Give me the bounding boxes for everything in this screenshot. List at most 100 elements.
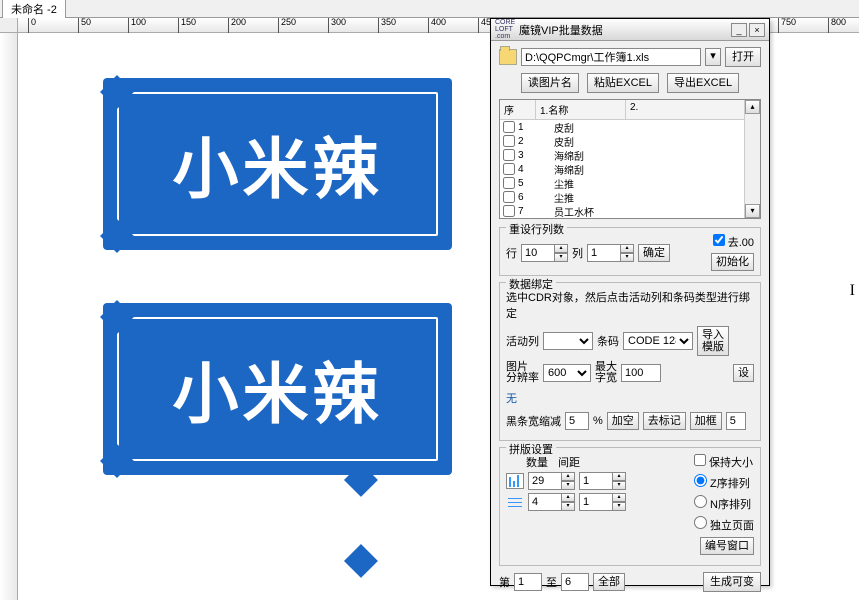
group-label: 重设行列数 (506, 221, 567, 237)
spin-down-icon[interactable]: ▾ (612, 481, 626, 490)
spin-down-icon[interactable]: ▾ (620, 253, 634, 262)
qty-x-input[interactable] (528, 472, 562, 490)
panel-logo-icon: CORELOFT.com (495, 19, 515, 40)
z-order-radio[interactable]: Z序排列 (694, 474, 754, 491)
numbering-window-button[interactable]: 编号窗口 (700, 537, 754, 555)
minimize-icon[interactable]: _ (731, 23, 747, 37)
rows-input[interactable] (521, 244, 555, 262)
sign-object-1[interactable]: 小米辣 (103, 78, 452, 250)
file-dropdown-icon[interactable]: ▾ (705, 48, 721, 66)
rows-label: 行 (506, 245, 517, 261)
gap-x-input[interactable] (579, 472, 613, 490)
page-to-input[interactable] (561, 573, 589, 591)
panel-title: 魔镜VIP批量数据 (519, 22, 727, 38)
generate-variable-button[interactable]: 生成可变 (703, 572, 761, 592)
document-tab[interactable]: 未命名 -2 (2, 0, 66, 18)
import-template-button[interactable]: 导入 模版 (697, 326, 729, 356)
remove-00-checkbox[interactable]: 去.00 (713, 234, 754, 250)
row-checkbox[interactable] (502, 149, 516, 161)
col-index[interactable]: 序 (500, 100, 536, 119)
row-checkbox[interactable] (502, 163, 516, 175)
sign-object-2[interactable]: 小米辣 (103, 303, 452, 475)
set-button[interactable]: 设 (733, 364, 754, 382)
row-checkbox[interactable] (502, 135, 516, 147)
sign-text: 小米辣 (173, 341, 383, 437)
remove-mark-button[interactable]: 去标记 (643, 412, 686, 430)
table-row: 7员工水杯 (500, 204, 760, 218)
n-order-radio[interactable]: N序排列 (694, 495, 754, 512)
col-2[interactable]: 2. (626, 100, 760, 119)
gap-y-input[interactable] (579, 493, 613, 511)
table-scrollbar[interactable]: ▴ ▾ (744, 100, 760, 218)
spin-down-icon[interactable]: ▾ (561, 502, 575, 511)
none-link[interactable]: 无 (506, 390, 517, 406)
spin-down-icon[interactable]: ▾ (561, 481, 575, 490)
keep-size-checkbox[interactable]: 保持大小 (694, 454, 753, 470)
max-width-label: 最大 字宽 (595, 362, 617, 384)
cols-input[interactable] (587, 244, 621, 262)
row-checkbox[interactable] (502, 191, 516, 203)
layout-group: 拼版设置 数量 间距 ▴▾ ▴▾ ▴▾ ▴▾ (499, 447, 761, 566)
page-from-input[interactable] (514, 573, 542, 591)
max-width-input[interactable] (621, 364, 661, 382)
sign-frame: 小米辣 (117, 92, 438, 236)
spin-up-icon[interactable]: ▴ (612, 472, 626, 481)
independent-page-radio[interactable]: 独立页面 (694, 516, 754, 533)
table-row: 8员工水杯 (500, 218, 760, 219)
barcode-label: 条码 (597, 333, 619, 349)
all-pages-button[interactable]: 全部 (593, 573, 625, 591)
add-frame-button[interactable]: 加框 (690, 412, 722, 430)
active-col-select[interactable] (543, 332, 593, 350)
page-to-label: 至 (546, 574, 557, 590)
spin-up-icon[interactable]: ▴ (554, 244, 568, 253)
scroll-down-icon[interactable]: ▾ (745, 204, 760, 218)
gap-label: 间距 (558, 454, 580, 470)
table-row: 1皮刮 (500, 120, 760, 134)
spin-up-icon[interactable]: ▴ (612, 493, 626, 502)
file-path-input[interactable] (521, 48, 701, 66)
row-checkbox[interactable] (502, 121, 516, 133)
img-res-label: 图片 分辨率 (506, 362, 539, 384)
spin-down-icon[interactable]: ▾ (554, 253, 568, 262)
export-excel-button[interactable]: 导出EXCEL (667, 73, 739, 93)
folder-icon[interactable] (499, 49, 517, 65)
rows-icon (506, 494, 524, 510)
close-icon[interactable]: × (749, 23, 765, 37)
read-image-name-button[interactable]: 读图片名 (521, 73, 579, 93)
table-header: 序 1.名称 2. (500, 100, 760, 120)
col-name[interactable]: 1.名称 (536, 100, 626, 119)
panel-titlebar[interactable]: CORELOFT.com 魔镜VIP批量数据 _ × (491, 19, 769, 41)
img-res-select[interactable]: 600 (543, 364, 591, 382)
row-checkbox[interactable] (502, 205, 516, 217)
spin-down-icon[interactable]: ▾ (612, 502, 626, 511)
columns-icon (506, 473, 524, 489)
data-binding-group: 数据绑定 选中CDR对象，然后点击活动列和条码类型进行绑定 活动列 条码 COD… (499, 282, 761, 441)
batch-data-panel: CORELOFT.com 魔镜VIP批量数据 _ × ▾ 打开 读图片名 粘贴E… (490, 18, 770, 586)
add-space-button[interactable]: 加空 (607, 412, 639, 430)
table-row: 3海绵刮 (500, 148, 760, 162)
active-col-label: 活动列 (506, 333, 539, 349)
sign-text: 小米辣 (173, 116, 383, 212)
spin-up-icon[interactable]: ▴ (620, 244, 634, 253)
frame-value-input[interactable] (726, 412, 746, 430)
cols-label: 列 (572, 245, 583, 261)
table-row: 6尘推 (500, 190, 760, 204)
spin-up-icon[interactable]: ▴ (561, 472, 575, 481)
row-checkbox[interactable] (502, 177, 516, 189)
data-table[interactable]: 序 1.名称 2. 1皮刮 2皮刮 3海绵刮 4海绵刮 5尘推 6尘推 7员工水… (499, 99, 761, 219)
scroll-up-icon[interactable]: ▴ (745, 100, 760, 114)
confirm-button[interactable]: 确定 (638, 244, 670, 262)
paste-excel-button[interactable]: 粘贴EXCEL (587, 73, 659, 93)
black-bar-shrink-label: 黑条宽缩减 (506, 413, 561, 429)
table-row: 2皮刮 (500, 134, 760, 148)
document-tabs: 未命名 -2 (0, 0, 859, 18)
qty-y-input[interactable] (528, 493, 562, 511)
open-button[interactable]: 打开 (725, 47, 761, 67)
black-bar-shrink-input[interactable] (565, 412, 589, 430)
percent-label: % (593, 415, 603, 427)
barcode-select[interactable]: CODE 128 (623, 332, 693, 350)
initialize-button[interactable]: 初始化 (711, 253, 754, 271)
table-row: 4海绵刮 (500, 162, 760, 176)
spin-up-icon[interactable]: ▴ (561, 493, 575, 502)
vertical-ruler (0, 33, 18, 600)
